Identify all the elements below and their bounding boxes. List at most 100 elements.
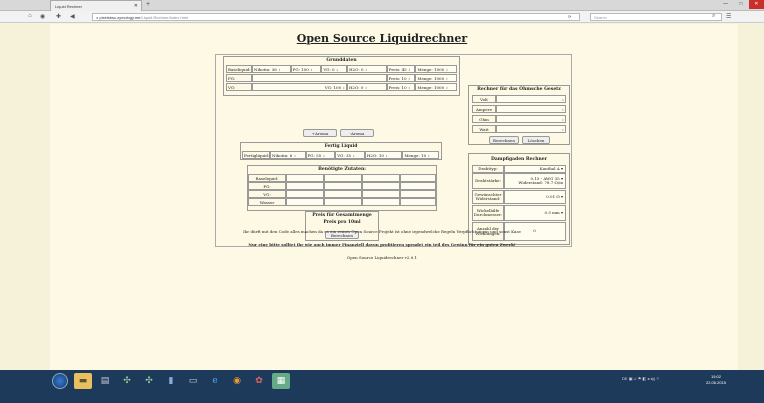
maximize-button[interactable]: □	[733, 0, 748, 9]
share-icon[interactable]: ✣	[140, 373, 158, 389]
ohm-row-volt: Volt ⇕	[472, 95, 566, 104]
footer-donation-text: Nur eine bitte solltet ihr wie auch imme…	[248, 242, 516, 247]
tray-icons[interactable]: ▣ ♫ ⚑ ◧ ◂ ◂)) ⚐	[629, 376, 660, 381]
menge-input[interactable]: Menge: 1000 ⇕	[415, 74, 457, 82]
page-content: Open Source Liquidrechner Grunddaten Bas…	[0, 24, 764, 370]
preis-section: Preis für Gesamtmenge Preis pro 10ml Ber…	[305, 211, 379, 241]
drahttyp-select[interactable]: Kanthal A ▾	[504, 165, 566, 173]
table-cell	[400, 190, 436, 198]
media-icon[interactable]: ▭	[184, 373, 202, 389]
app-icon[interactable]: ▮	[162, 373, 180, 389]
fertig-title: Fertig Liquid	[324, 144, 358, 149]
row-label: Drahtstärke:	[472, 173, 504, 189]
dampf-row-drahtstaerke: Drahtstärke: 0.15 - AWG 35 ▾ Widerstand: …	[472, 173, 566, 189]
clock[interactable]: 15:02 22.06.2015	[706, 374, 726, 386]
search-icon[interactable]: ⌕	[712, 13, 715, 20]
globe-icon[interactable]: ◉	[40, 13, 45, 20]
ie-icon[interactable]: e	[206, 373, 224, 389]
drahtstaerke-select[interactable]: 0.15 - AWG 35 ▾ Widerstand: 78.7 Ω/m	[504, 173, 566, 189]
ohm-row-ampere: Ampere ⇕	[472, 105, 566, 114]
row-label: PG:	[226, 74, 252, 82]
dampf-row-durchmesser: Wickelhilfe Durchmesser: 0.5 mm ▾	[472, 205, 566, 221]
fertig-menge-input[interactable]: Menge: 10 ⇕	[402, 151, 439, 159]
row-label: Ohm	[472, 115, 496, 123]
watt-input[interactable]: ⇕	[496, 125, 566, 133]
row-label: Fertigliquid:	[242, 151, 270, 159]
url-bar[interactable]: ● pixelsbsc.zymology.me/Liquid-Rechner/i…	[92, 13, 580, 21]
add-bookmark-icon[interactable]: ✚	[56, 13, 61, 20]
h2o-input[interactable]: H2O: 0 ⇕	[346, 83, 387, 91]
table-cell	[286, 198, 324, 206]
nav-bar: ⌂ ◉ ✚ ◀ ● pixelsbsc.zymology.me/Liquid-R…	[0, 11, 764, 23]
ohm-input[interactable]: ⇕	[496, 115, 566, 123]
page-margin-left	[0, 24, 50, 370]
table-cell	[362, 190, 400, 198]
explorer-icon[interactable]: ▬	[74, 373, 92, 389]
home-icon[interactable]: ⌂	[28, 13, 32, 19]
clock-date: 22.06.2015	[706, 380, 727, 385]
main-panel: Grunddaten Baseliquid: Nikotin: 36 ⇕ PG:…	[215, 54, 572, 247]
minimize-button[interactable]: —	[718, 0, 733, 9]
language-indicator[interactable]: DE	[622, 376, 628, 381]
ohm-row-ohm: Ohm ⇕	[472, 115, 566, 124]
footer-version-text: Open Source Liquidrechner v2.0.1	[346, 255, 418, 260]
fertig-h2o-input[interactable]: H2O: 10 ⇕	[364, 151, 403, 159]
zutaten-title: Benötigte Zutaten:	[318, 167, 366, 172]
table-cell	[324, 182, 362, 190]
notepad-icon[interactable]: ▤	[96, 373, 114, 389]
firefox-icon[interactable]: ◉	[228, 373, 246, 389]
url-host: pixelsbsc.zymology.me	[99, 15, 141, 20]
new-tab-button[interactable]: +	[146, 1, 150, 8]
network-icon[interactable]: ✣	[118, 373, 136, 389]
nikotin-input[interactable]: Nikotin: 36 ⇕	[252, 65, 291, 73]
footer-license-text: Ihr dürft mit den Code alles machen da e…	[243, 229, 521, 234]
ampere-input[interactable]: ⇕	[496, 105, 566, 113]
start-button[interactable]	[52, 373, 68, 389]
row-label: Wickelhilfe Durchmesser:	[472, 205, 504, 221]
reload-icon[interactable]: ⟳	[568, 14, 571, 19]
window-controls: — □ ✕	[718, 0, 764, 9]
remove-aroma-button[interactable]: -Aroma	[340, 129, 374, 137]
volt-input[interactable]: ⇕	[496, 95, 566, 103]
table-row-label: Wasser	[248, 198, 286, 206]
menge-input[interactable]: Menge: 1000 ⇕	[415, 83, 457, 91]
ohm-berechnen-button[interactable]: Berechnen	[489, 136, 519, 144]
back-icon[interactable]: ◀	[70, 13, 75, 20]
h2o-input[interactable]: H2O: 0 ⇕	[347, 65, 387, 73]
pg-input[interactable]: PG: 100 ⇕	[290, 65, 322, 73]
row-label: Drahttyp:	[472, 165, 504, 173]
table-cell	[362, 198, 400, 206]
table-cell	[362, 174, 400, 182]
paint-icon[interactable]: ✿	[250, 373, 268, 389]
browser-tab[interactable]: Liquid Rechner ✕	[50, 0, 142, 11]
system-tray: DE ▣ ♫ ⚑ ◧ ◂ ◂)) ⚐	[622, 376, 660, 381]
grunddaten-title: Grunddaten	[326, 58, 357, 63]
row-label: Ampere	[472, 105, 496, 113]
ohm-title: Rechner für das Ohmsche Gesetz	[477, 87, 561, 92]
pg-empty-cell	[251, 74, 387, 82]
menu-icon[interactable]: ☰	[726, 13, 731, 20]
close-tab-icon[interactable]: ✕	[134, 3, 138, 9]
price-input[interactable]: Preis: 45 ⇕	[386, 65, 416, 73]
row-label: VG:	[226, 83, 252, 91]
page-title: Open Source Liquidrechner	[296, 32, 468, 45]
active-app-icon[interactable]: ▦	[272, 373, 290, 389]
fertig-nikotin-input[interactable]: Nikotin: 6 ⇕	[270, 151, 306, 159]
preis-pro-10ml-label: Preis pro 10ml	[323, 220, 361, 225]
search-input[interactable]: Search	[590, 13, 722, 21]
price-input[interactable]: Preis: 10 ⇕	[386, 74, 416, 82]
ohm-loeschen-button[interactable]: Löschen	[522, 136, 550, 144]
add-aroma-button[interactable]: +Aroma	[303, 129, 337, 137]
fertig-vg-input[interactable]: VG: 35 ⇕	[335, 151, 365, 159]
row-label: Baseliquid:	[226, 65, 252, 73]
widerstand-select[interactable]: 0.01 Ω ▾	[504, 190, 566, 204]
durchmesser-select[interactable]: 0.5 mm ▾	[504, 205, 566, 221]
close-window-button[interactable]: ✕	[748, 0, 764, 9]
vg-input[interactable]: VG: 0 ⇕	[321, 65, 348, 73]
menge-input[interactable]: Menge: 1000 ⇕	[415, 65, 458, 73]
vg-input[interactable]: VG: 100 ⇕	[251, 83, 347, 91]
row-label: Watt	[472, 125, 496, 133]
price-input[interactable]: Preis: 10 ⇕	[386, 83, 416, 91]
fertig-pg-input[interactable]: PG: 55 ⇕	[305, 151, 336, 159]
ohm-row-watt: Watt ⇕	[472, 125, 566, 134]
